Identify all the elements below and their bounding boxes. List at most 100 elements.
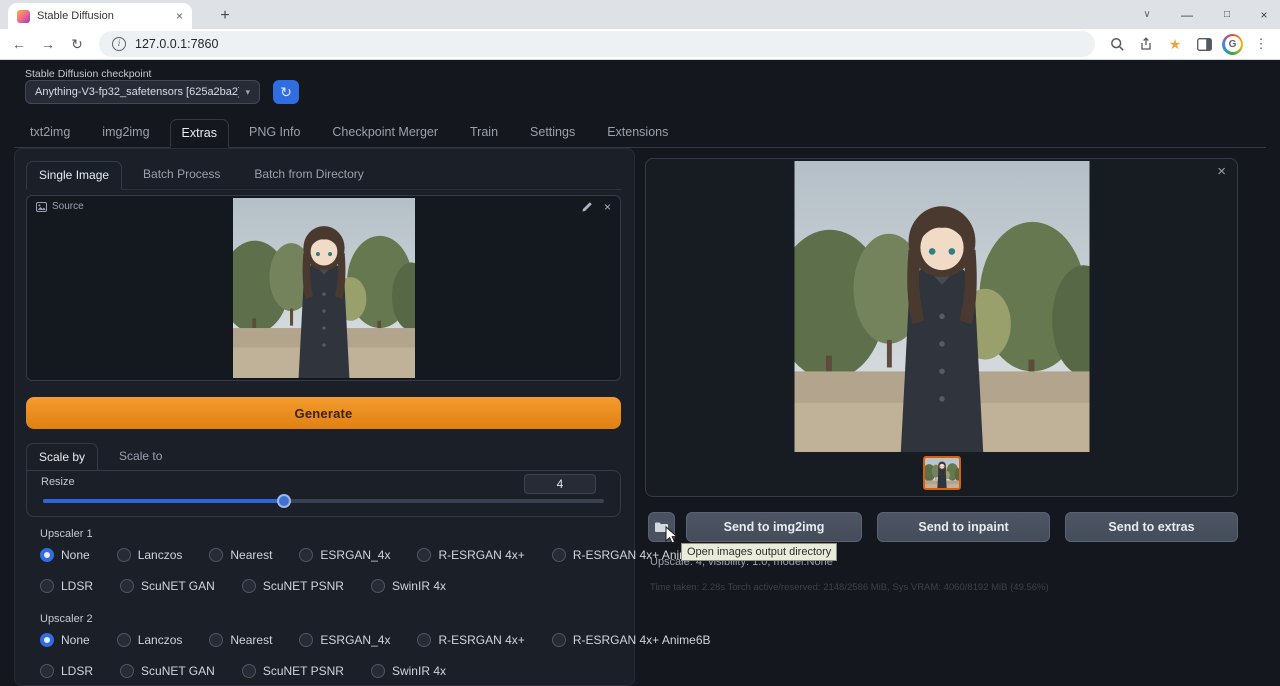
upscaler2-option-scunet-gan[interactable]: ScuNET GAN <box>120 664 215 678</box>
mouse-cursor <box>665 526 678 550</box>
upscaler2-option-r-esrgan-4x[interactable]: R-ESRGAN 4x+ <box>417 633 524 647</box>
refresh-checkpoints-button[interactable]: ↻ <box>273 80 299 104</box>
upscaler1-option-esrgan-4x[interactable]: ESRGAN_4x <box>299 548 390 562</box>
radio-icon <box>242 664 256 678</box>
browser-tab[interactable]: Stable Diffusion × <box>8 3 192 29</box>
forward-button[interactable]: → <box>37 33 59 55</box>
profile-avatar[interactable]: G <box>1222 34 1243 55</box>
radio-icon <box>417 633 431 647</box>
checkpoint-dropdown[interactable]: Anything-V3-fp32_safetensors [625a2ba2] … <box>25 80 260 104</box>
result-gallery: × <box>645 158 1238 497</box>
upscaler2-option-r-esrgan-anime6b[interactable]: R-ESRGAN 4x+ Anime6B <box>552 633 711 647</box>
upscaler2-option-esrgan-4x[interactable]: ESRGAN_4x <box>299 633 390 647</box>
resize-label: Resize <box>41 476 75 488</box>
image-icon <box>36 202 47 212</box>
tab-extensions[interactable]: Extensions <box>595 118 680 148</box>
tab-txt2img[interactable]: txt2img <box>18 118 82 148</box>
send-to-img2img-button[interactable]: Send to img2img <box>686 512 862 542</box>
window-close-button[interactable]: × <box>1248 1 1280 28</box>
upscaler1-option-none[interactable]: None <box>40 548 90 562</box>
radio-icon <box>552 548 566 562</box>
resize-slider[interactable] <box>43 499 604 503</box>
radio-icon <box>120 664 134 678</box>
tab-close-icon[interactable]: × <box>176 9 183 23</box>
upscaler1-option-lanczos[interactable]: Lanczos <box>117 548 183 562</box>
radio-icon <box>552 633 566 647</box>
browser-toolbar: ← → ↻ i 127.0.0.1:7860 ★ G ⋮ <box>0 29 1280 60</box>
bookmark-star-icon[interactable]: ★ <box>1164 33 1186 55</box>
radio-icon <box>417 548 431 562</box>
browser-menu-icon[interactable]: ⋮ <box>1250 33 1272 55</box>
url-text: 127.0.0.1:7860 <box>135 37 218 51</box>
upscaler2-option-nearest[interactable]: Nearest <box>209 633 272 647</box>
tab-search-chevron-icon[interactable]: ∨ <box>1136 1 1158 28</box>
share-icon[interactable] <box>1135 33 1157 55</box>
upscaler1-option-scunet-psnr[interactable]: ScuNET PSNR <box>242 579 344 593</box>
reload-button[interactable]: ↻ <box>66 33 88 55</box>
upscaler1-title: Upscaler 1 <box>40 528 93 540</box>
radio-icon <box>371 579 385 593</box>
subtab-single-image[interactable]: Single Image <box>26 161 122 190</box>
tab-scale-by[interactable]: Scale by <box>26 443 98 472</box>
upscaler1-option-nearest[interactable]: Nearest <box>209 548 272 562</box>
radio-icon <box>40 579 54 593</box>
upscaler2-option-none[interactable]: None <box>40 633 90 647</box>
upscaler2-option-lanczos[interactable]: Lanczos <box>117 633 183 647</box>
zoom-icon[interactable] <box>1106 33 1128 55</box>
clear-image-icon[interactable]: × <box>604 200 611 214</box>
source-label-text: Source <box>52 201 84 212</box>
send-to-extras-button[interactable]: Send to extras <box>1065 512 1238 542</box>
tab-img2img[interactable]: img2img <box>90 118 161 148</box>
site-info-icon[interactable]: i <box>112 37 126 51</box>
new-tab-button[interactable]: + <box>215 6 235 26</box>
radio-icon <box>209 633 223 647</box>
upscaler1-option-ldsr[interactable]: LDSR <box>40 579 93 593</box>
source-image[interactable] <box>233 198 415 378</box>
tab-settings[interactable]: Settings <box>518 118 587 148</box>
upscaler1-option-scunet-gan[interactable]: ScuNET GAN <box>120 579 215 593</box>
upscaler2-option-scunet-psnr[interactable]: ScuNET PSNR <box>242 664 344 678</box>
tab-checkpoint-merger[interactable]: Checkpoint Merger <box>320 118 450 148</box>
checkpoint-value: Anything-V3-fp32_safetensors [625a2ba2] <box>35 86 239 98</box>
radio-icon <box>117 633 131 647</box>
source-image-dropzone[interactable]: Source × <box>26 195 621 381</box>
avatar-letter: G <box>1225 36 1241 52</box>
radio-icon <box>242 579 256 593</box>
back-button[interactable]: ← <box>8 33 30 55</box>
window-maximize-button[interactable]: □ <box>1208 1 1246 28</box>
main-tab-bar: txt2img img2img Extras PNG Info Checkpoi… <box>14 119 1266 148</box>
slider-handle[interactable] <box>277 494 291 508</box>
url-bar[interactable]: i 127.0.0.1:7860 <box>99 31 1095 57</box>
upscaler1-option-swinir-4x[interactable]: SwinIR 4x <box>371 579 446 593</box>
radio-icon <box>40 548 54 562</box>
source-label: Source <box>36 201 84 212</box>
generate-button[interactable]: Generate <box>26 397 621 429</box>
upscaler2-option-ldsr[interactable]: LDSR <box>40 664 93 678</box>
edit-image-icon[interactable] <box>581 201 593 213</box>
subtab-batch-process[interactable]: Batch Process <box>130 160 233 189</box>
slider-fill <box>43 499 284 503</box>
gallery-close-icon[interactable]: × <box>1217 164 1226 179</box>
tab-scale-to[interactable]: Scale to <box>106 442 175 471</box>
radio-icon <box>40 664 54 678</box>
tab-train[interactable]: Train <box>458 118 510 148</box>
result-image[interactable] <box>794 161 1089 452</box>
radio-icon <box>209 548 223 562</box>
side-panel-icon[interactable] <box>1193 33 1215 55</box>
resize-number-input[interactable]: 4 <box>524 474 596 494</box>
screen: Stable Diffusion × + ∨ — □ × ← → ↻ i 127… <box>0 0 1280 686</box>
radio-icon <box>299 548 313 562</box>
send-to-inpaint-button[interactable]: Send to inpaint <box>877 512 1050 542</box>
checkpoint-label: Stable Diffusion checkpoint <box>25 68 151 80</box>
tab-png-info[interactable]: PNG Info <box>237 118 312 148</box>
window-minimize-button[interactable]: — <box>1168 1 1206 28</box>
upscaler1-options-row2: LDSR ScuNET GAN ScuNET PSNR SwinIR 4x <box>40 577 473 595</box>
gallery-thumbnail[interactable] <box>923 456 961 490</box>
radio-icon <box>371 664 385 678</box>
upscaler1-option-r-esrgan-4x[interactable]: R-ESRGAN 4x+ <box>417 548 524 562</box>
radio-icon <box>40 633 54 647</box>
radio-icon <box>120 579 134 593</box>
subtab-batch-from-directory[interactable]: Batch from Directory <box>241 160 376 189</box>
upscaler2-option-swinir-4x[interactable]: SwinIR 4x <box>371 664 446 678</box>
tab-extras[interactable]: Extras <box>170 119 229 149</box>
